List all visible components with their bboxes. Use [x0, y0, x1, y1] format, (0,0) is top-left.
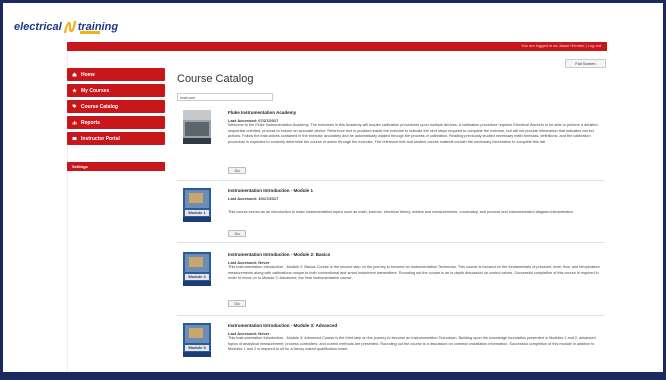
sidebar-item-label: My Courses — [81, 87, 110, 94]
course-last-accessed: Last Accessed: 10/17/2017 — [228, 196, 279, 201]
chart-icon — [72, 121, 77, 125]
site-logo[interactable]: electrical training — [14, 17, 118, 37]
go-button[interactable]: Go — [228, 300, 246, 307]
module-label: Module 1 — [185, 210, 209, 216]
page-title: Course Catalog — [177, 73, 254, 85]
sidebar-item-reports[interactable]: Reports — [67, 116, 165, 129]
logo-underline — [80, 31, 100, 34]
sidebar-item-instructor-portal[interactable]: Instructor Portal — [67, 132, 165, 145]
sidebar-item-course-catalog[interactable]: Course Catalog — [67, 100, 165, 113]
full-screen-button[interactable]: Full Screen — [565, 59, 606, 68]
course-description: This Instrumentation Introduction - Modu… — [228, 336, 596, 352]
course-title[interactable]: Instrumentation Introduction - Module 2:… — [228, 252, 330, 257]
course-thumbnail[interactable]: Module 1 — [183, 188, 211, 222]
course-thumbnail[interactable] — [183, 110, 211, 144]
logo-wave-icon — [63, 20, 76, 34]
sidebar: Home My Courses Course Catalog Reports I… — [67, 68, 165, 171]
module-label: Module 2 — [185, 274, 209, 280]
go-button[interactable]: Go — [228, 167, 246, 174]
logo-text-electrical: electrical — [14, 21, 62, 33]
course-item: Module 1 Instrumentation Introduction - … — [183, 188, 603, 238]
course-description: This course serves as an introduction to… — [228, 210, 574, 214]
sidebar-item-label: Reports — [81, 119, 100, 126]
course-thumbnail[interactable]: Module 3 — [183, 323, 211, 357]
course-item: Module 3 Instrumentation Introduction - … — [183, 323, 603, 371]
course-title[interactable]: Instrumentation Introduction - Module 1 — [228, 188, 313, 193]
frame-left-border — [0, 0, 3, 380]
divider — [177, 315, 605, 316]
home-icon — [72, 72, 77, 77]
header-bar: You are logged in as Jason Hendon | Log … — [67, 42, 607, 51]
sidebar-item-home[interactable]: Home — [67, 68, 165, 81]
course-description: Welcome to the Fluke Instrumentation Aca… — [228, 123, 599, 144]
frame-top-border — [0, 0, 666, 3]
sidebar-item-label: Home — [81, 71, 95, 78]
settings-label: Settings — [72, 164, 88, 169]
user-notice[interactable]: You are logged in as Jason Hendon | Log … — [521, 43, 601, 48]
portal-icon — [72, 137, 77, 140]
go-button[interactable]: Go — [228, 230, 246, 237]
course-title[interactable]: Fluke Instrumentation Academy — [228, 110, 296, 115]
course-title[interactable]: Instrumentation Introduction - Module 3:… — [228, 323, 337, 328]
divider — [177, 242, 605, 243]
course-item: Fluke Instrumentation Academy Last Acces… — [183, 110, 603, 176]
frame-bottom-border — [0, 372, 666, 380]
sidebar-settings[interactable]: Settings — [67, 162, 165, 171]
sidebar-item-label: Instructor Portal — [81, 135, 120, 142]
star-icon — [72, 88, 77, 93]
divider — [177, 180, 605, 181]
tag-icon — [72, 104, 77, 108]
search-input[interactable]: instrume — [177, 93, 273, 101]
sidebar-item-label: Course Catalog — [81, 103, 118, 110]
course-item: Module 2 Instrumentation Introduction - … — [183, 252, 603, 310]
module-label: Module 3 — [185, 345, 209, 351]
sidebar-item-my-courses[interactable]: My Courses — [67, 84, 165, 97]
course-thumbnail[interactable]: Module 2 — [183, 252, 211, 286]
course-description: This Instrumentation Introduction - Modu… — [228, 265, 600, 281]
